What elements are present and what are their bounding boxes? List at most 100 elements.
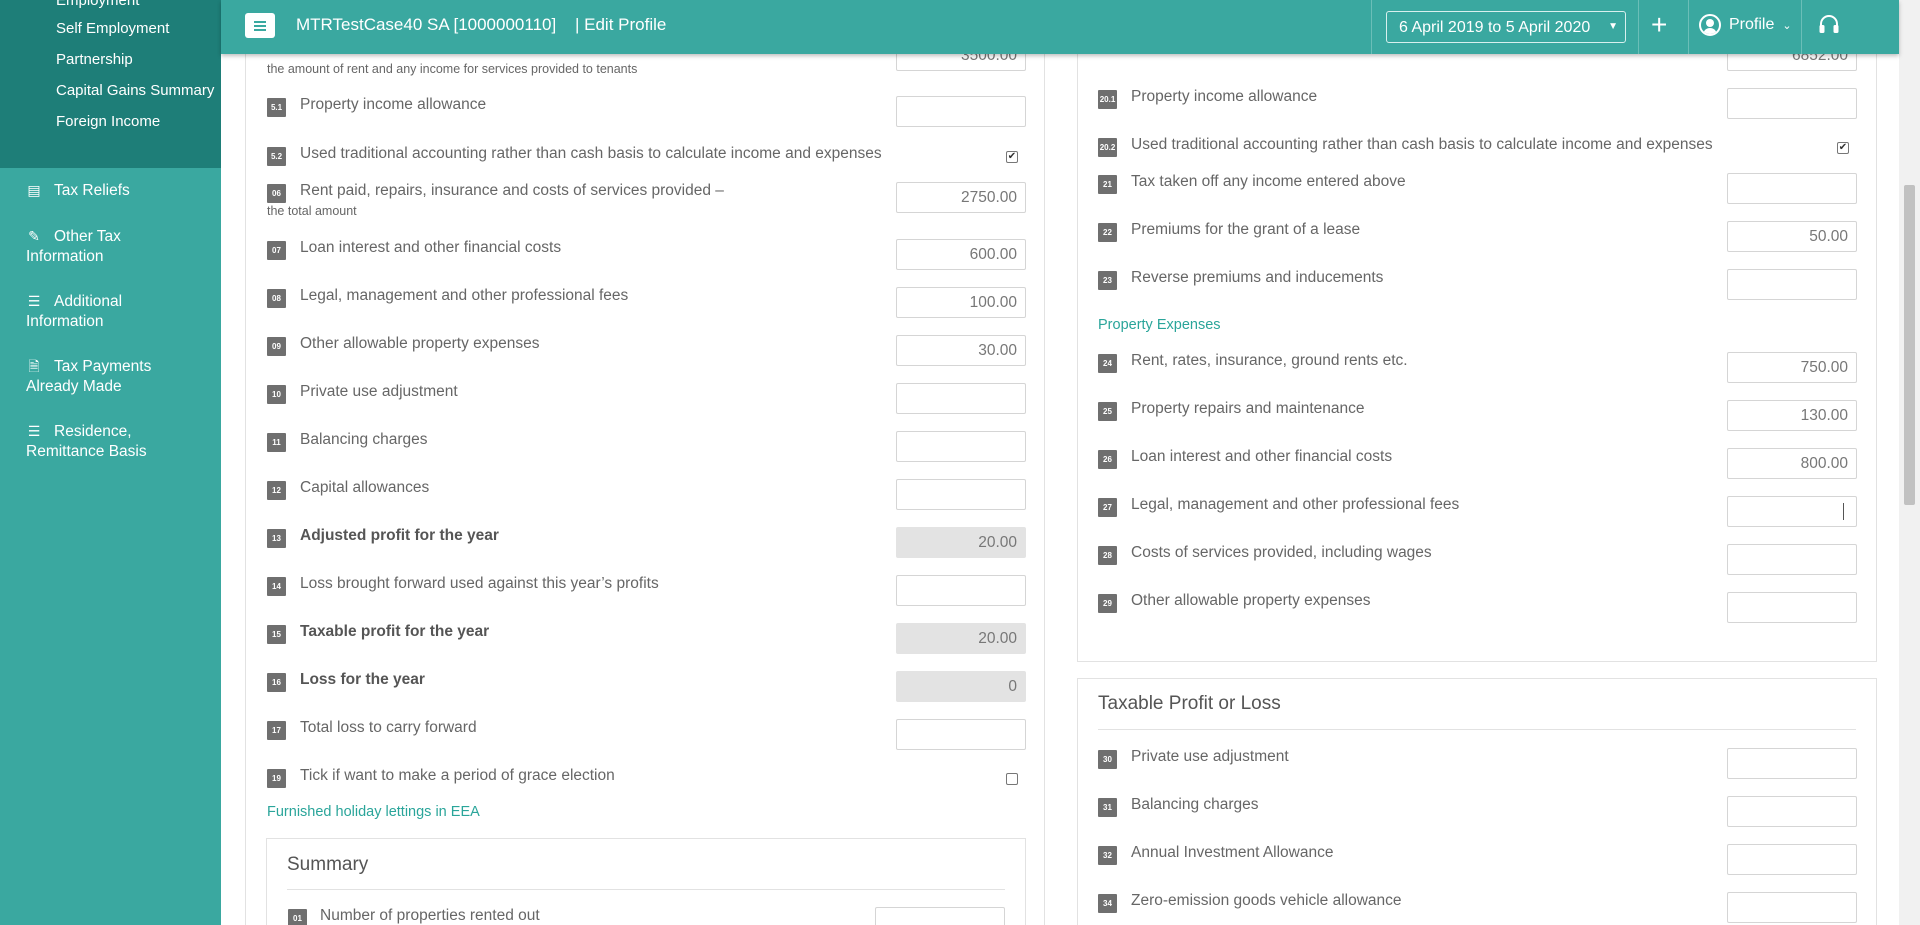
amount-field[interactable] [1727,544,1857,575]
amount-field[interactable] [1727,88,1857,119]
amount-field[interactable] [1727,592,1857,623]
field-label: Rent paid, repairs, insurance and costs … [300,182,724,199]
hamburger-menu-button[interactable] [245,13,275,38]
clipboard-icon: ▤ [27,182,41,198]
client-title: MTRTestCase40 SA [1000000110] [296,15,557,34]
amount-field[interactable] [1727,892,1857,923]
chevron-down-icon: ⌄ [1782,19,1792,32]
checkbox[interactable]: ✔ [1837,142,1849,154]
field-label: Other allowable property expenses [300,335,540,352]
box-number: 27 [1098,498,1117,517]
amount-field[interactable]: 30.00 [896,335,1026,366]
amount-field[interactable]: 600.00 [896,239,1026,270]
field-label: Private use adjustment [1131,748,1289,765]
add-icon[interactable]: + [1651,8,1667,42]
amount-field[interactable] [896,575,1026,606]
scrollbar-thumb[interactable] [1904,185,1915,505]
amount-field[interactable] [1727,748,1857,779]
amount-field[interactable]: 750.00 [1727,352,1857,383]
field-label: Reverse premiums and inducements [1131,269,1384,286]
amount-field[interactable]: 800.00 [1727,448,1857,479]
amount-field[interactable] [1727,173,1857,204]
sidebar-item-foreign-income[interactable]: Foreign Income [56,113,160,130]
amount-field[interactable] [1727,269,1857,300]
field-label: Loss for the year [300,671,425,688]
box-number: 32 [1098,846,1117,865]
box-number: 15 [267,625,286,644]
amount-field[interactable]: 100.00 [896,287,1026,318]
sidebar-item-other-tax-information[interactable]: ✎ Other Tax Information [26,226,196,267]
furnished-holiday-eea-link[interactable]: Furnished holiday lettings in EEA [267,804,480,820]
box-number: 29 [1098,594,1117,613]
box-number: 30 [1098,750,1117,769]
box-number: 19 [267,769,286,788]
profile-menu[interactable]: Profile ⌄ [1699,14,1792,36]
profile-label: Profile [1729,16,1775,33]
checkbox[interactable]: ✔ [1006,151,1018,163]
summary-divider [287,889,1005,890]
box-number: 01 [288,909,307,925]
summary-title: Summary [287,854,369,875]
page-scrollbar[interactable] [1899,0,1920,925]
amount-field[interactable]: 50.00 [1727,221,1857,252]
sidebar-item-capital-gains-summary[interactable]: Capital Gains Summary [56,82,214,99]
sidebar-item-tax-payments-already-made[interactable]: 🗎 Tax Payments Already Made [26,356,196,397]
amount-field[interactable]: 2750.00 [896,182,1026,213]
box-number: 07 [267,241,286,260]
box-number: 10 [267,385,286,404]
amount-field[interactable] [896,383,1026,414]
field-label: Balancing charges [1131,796,1259,813]
field-label: Used traditional accounting rather than … [1131,136,1713,153]
box-number: 12 [267,481,286,500]
field-label: Loan interest and other financial costs [300,239,562,256]
amount-field[interactable] [1727,796,1857,827]
receipt-icon: 🗎 [28,358,40,374]
tax-period-select[interactable]: 6 April 2019 to 5 April 2020 ▼ [1386,11,1626,43]
box-number: 09 [267,337,286,356]
amount-field[interactable] [896,479,1026,510]
box-number: 5.2 [267,147,286,166]
box-number: 06 [267,184,286,203]
amount-field[interactable]: 130.00 [1727,400,1857,431]
page-section-title: | Edit Profile [575,15,667,34]
amount-field: 0 [896,671,1026,702]
field-label: Used traditional accounting rather than … [300,145,882,162]
field-label: Zero-emission goods vehicle allowance [1131,892,1402,909]
field-label: Property income allowance [1131,88,1318,105]
box-number: 17 [267,721,286,740]
sidebar-item-employment[interactable]: Employment [56,0,139,9]
sidebar-item-additional-information[interactable]: ☰ Additional Information [26,291,196,332]
sidebar-item-self-employment[interactable]: Self Employment [56,20,169,37]
header-divider [1638,0,1639,54]
box-number: 20.2 [1098,138,1117,157]
property-expenses-heading: Property Expenses [1098,317,1221,333]
field-label: Annual Investment Allowance [1131,844,1334,861]
sidebar-item-tax-reliefs[interactable]: ▤ Tax Reliefs [26,180,129,201]
amount-field[interactable] [896,96,1026,127]
box-number: 14 [267,577,286,596]
header-divider [1801,0,1802,54]
checkbox[interactable] [1006,773,1018,785]
amount-field[interactable] [1727,844,1857,875]
sidebar-item-residence-remittance-basis[interactable]: ☰ Residence, Remittance Basis [26,421,196,462]
number-of-properties-field[interactable] [875,907,1005,925]
field-label: Property repairs and maintenance [1131,400,1365,417]
amount-field[interactable] [896,719,1026,750]
sidebar-submenu: Employment Self Employment Partnership C… [0,0,221,168]
amount-field[interactable] [1727,496,1857,527]
taxable-profit-divider [1098,729,1856,730]
box-number: 20.1 [1098,90,1117,109]
field-label: Property income allowance [300,96,487,113]
field-label: Tax taken off any income entered above [1131,173,1406,190]
sidebar-item-partnership[interactable]: Partnership [56,51,133,68]
field-label: Taxable profit for the year [300,623,490,640]
field-label: Premiums for the grant of a lease [1131,221,1361,238]
list-icon: ☰ [27,423,41,439]
number-of-properties-label: Number of properties rented out [320,907,540,924]
amount-field[interactable] [896,431,1026,462]
field-label: Tick if want to make a period of grace e… [300,767,615,784]
box-number: 5.1 [267,98,286,117]
headset-icon[interactable] [1818,14,1840,36]
amount-field: 20.00 [896,623,1026,654]
amount-field: 20.00 [896,527,1026,558]
